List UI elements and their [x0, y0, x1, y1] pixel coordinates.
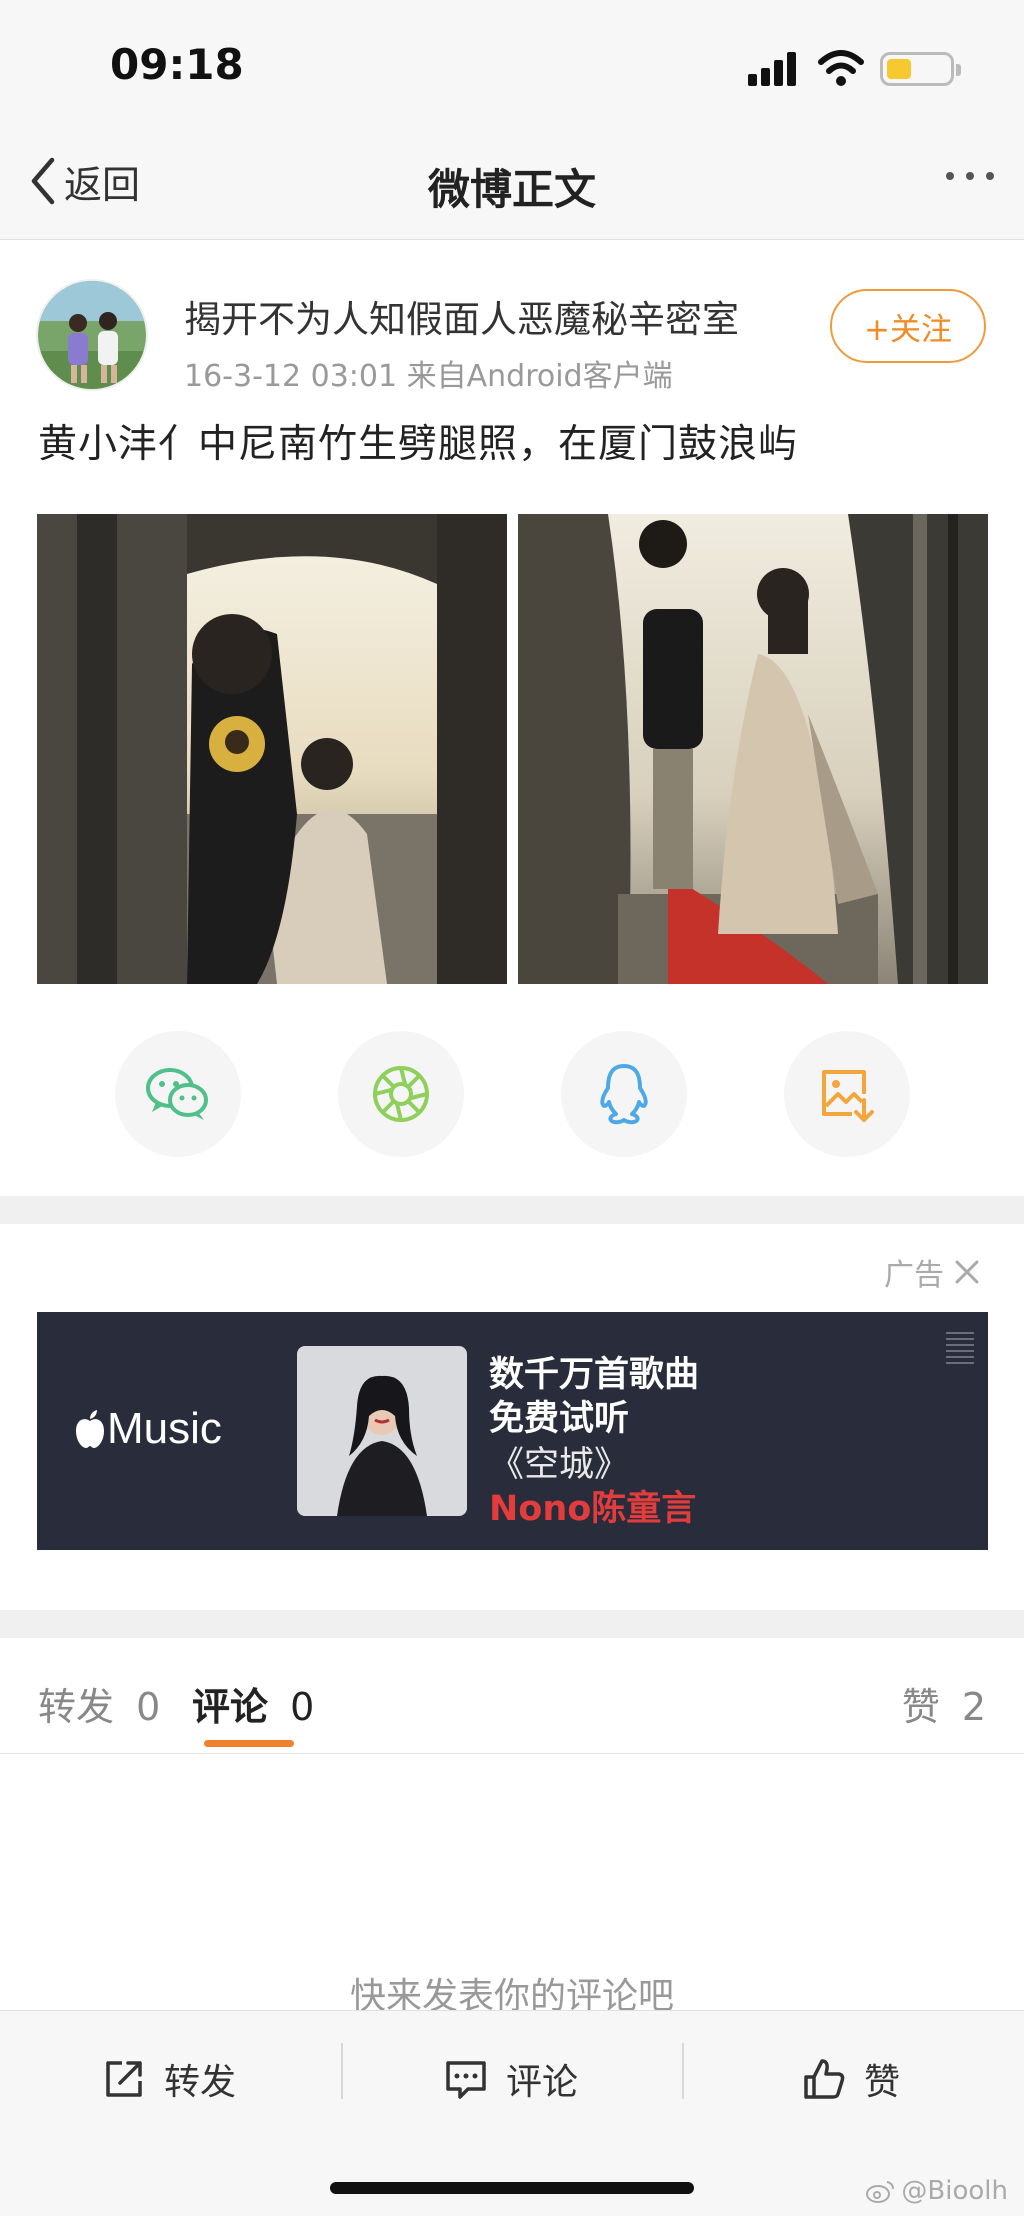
more-icon[interactable]	[946, 172, 994, 180]
share-icon	[106, 2061, 142, 2097]
watermark: @Bioolh	[865, 2176, 1008, 2206]
tab-comment-label: 评论	[192, 1685, 269, 1729]
post-photo-2[interactable]	[518, 514, 988, 984]
ad-banner[interactable]: Music 数千万首歌曲 免费试听 《空城》 Nono陈童言	[37, 1312, 988, 1550]
comments-area: 快来发表你的评论吧	[0, 1755, 1024, 2017]
interaction-tabs: 转发 0 评论 0 赞 2	[0, 1638, 1024, 1754]
apple-icon	[76, 1410, 104, 1448]
tab-like-label: 赞	[901, 1685, 940, 1729]
like-button[interactable]: 赞	[802, 2049, 900, 2109]
comment-icon	[446, 2061, 486, 2099]
wechat-icon	[146, 1068, 208, 1120]
tab-like-count: 2	[961, 1685, 986, 1729]
tab-like[interactable]: 赞 2	[902, 1676, 986, 1731]
share-wechat-button[interactable]	[115, 1031, 241, 1157]
page-title: 微博正文	[427, 165, 596, 214]
avatar[interactable]	[36, 279, 148, 391]
apple-music-logo: Music	[73, 1404, 222, 1454]
post-photo-1[interactable]	[37, 514, 507, 984]
ad-brand: Music	[107, 1404, 222, 1453]
section-divider	[0, 1610, 1024, 1638]
toolbar-divider	[341, 2043, 343, 2099]
weibo-logo-icon	[866, 2181, 895, 2203]
section-divider	[0, 1196, 1024, 1224]
tab-repost-label: 转发	[38, 1685, 115, 1729]
home-indicator[interactable]	[330, 2182, 694, 2194]
ad-artist-name: Nono陈童言	[489, 1489, 697, 1529]
ad-fine-print	[946, 1332, 974, 1528]
repost-label: 转发	[164, 2062, 237, 2103]
follow-button[interactable]: +关注	[830, 289, 986, 363]
share-qq-button[interactable]	[561, 1031, 687, 1157]
save-image-icon	[822, 1070, 874, 1122]
ad-artist-photo	[297, 1346, 467, 1516]
author-name[interactable]: 揭开不为人知假面人恶魔秘辛密室	[184, 289, 739, 343]
ad-label: 广告	[884, 1250, 980, 1294]
nav-bar: 返回 微博正文	[0, 120, 1024, 240]
tab-repost-count: 0	[136, 1685, 161, 1729]
watermark-text: @Bioolh	[901, 2176, 1008, 2206]
tab-active-indicator	[204, 1740, 294, 1747]
ad-line-2: 免费试听	[489, 1399, 630, 1439]
tab-comment-count: 0	[290, 1685, 315, 1729]
comment-label: 评论	[506, 2062, 579, 2103]
share-moments-button[interactable]	[338, 1031, 464, 1157]
tab-comment[interactable]: 评论 0	[192, 1676, 314, 1731]
tab-repost[interactable]: 转发 0	[38, 1676, 160, 1731]
qq-icon	[600, 1064, 648, 1125]
save-image-button[interactable]	[784, 1031, 910, 1157]
close-icon[interactable]	[954, 1259, 980, 1285]
comment-button[interactable]: 评论	[444, 2049, 578, 2109]
post-text: 黄小沣亻中尼南竹生劈腿照，在厦门鼓浪屿	[38, 422, 799, 467]
post-meta: 16-3-12 03:01 来自Android客户端	[184, 359, 673, 394]
share-row	[0, 1031, 1024, 1161]
repost-button[interactable]: 转发	[102, 2049, 236, 2109]
status-bar: 09:18	[0, 0, 1024, 120]
status-time: 09:18	[110, 40, 244, 89]
thumbs-up-icon	[804, 2059, 845, 2099]
signal-icon	[748, 52, 802, 86]
toolbar-divider	[682, 2043, 684, 2099]
wifi-icon	[818, 50, 864, 86]
weibo-post: 揭开不为人知假面人恶魔秘辛密室 16-3-12 03:01 来自Android客…	[0, 241, 1024, 1196]
ad-label-text: 广告	[884, 1258, 944, 1293]
battery-icon	[880, 52, 961, 86]
bottom-toolbar: 转发 评论 赞 @Bioolh	[0, 2010, 1024, 2216]
moments-icon	[373, 1066, 429, 1122]
like-label: 赞	[864, 2062, 901, 2103]
ad-section: 广告 Music 数千万首歌曲 免费试听 《空城》 Nono陈童言	[0, 1224, 1024, 1610]
